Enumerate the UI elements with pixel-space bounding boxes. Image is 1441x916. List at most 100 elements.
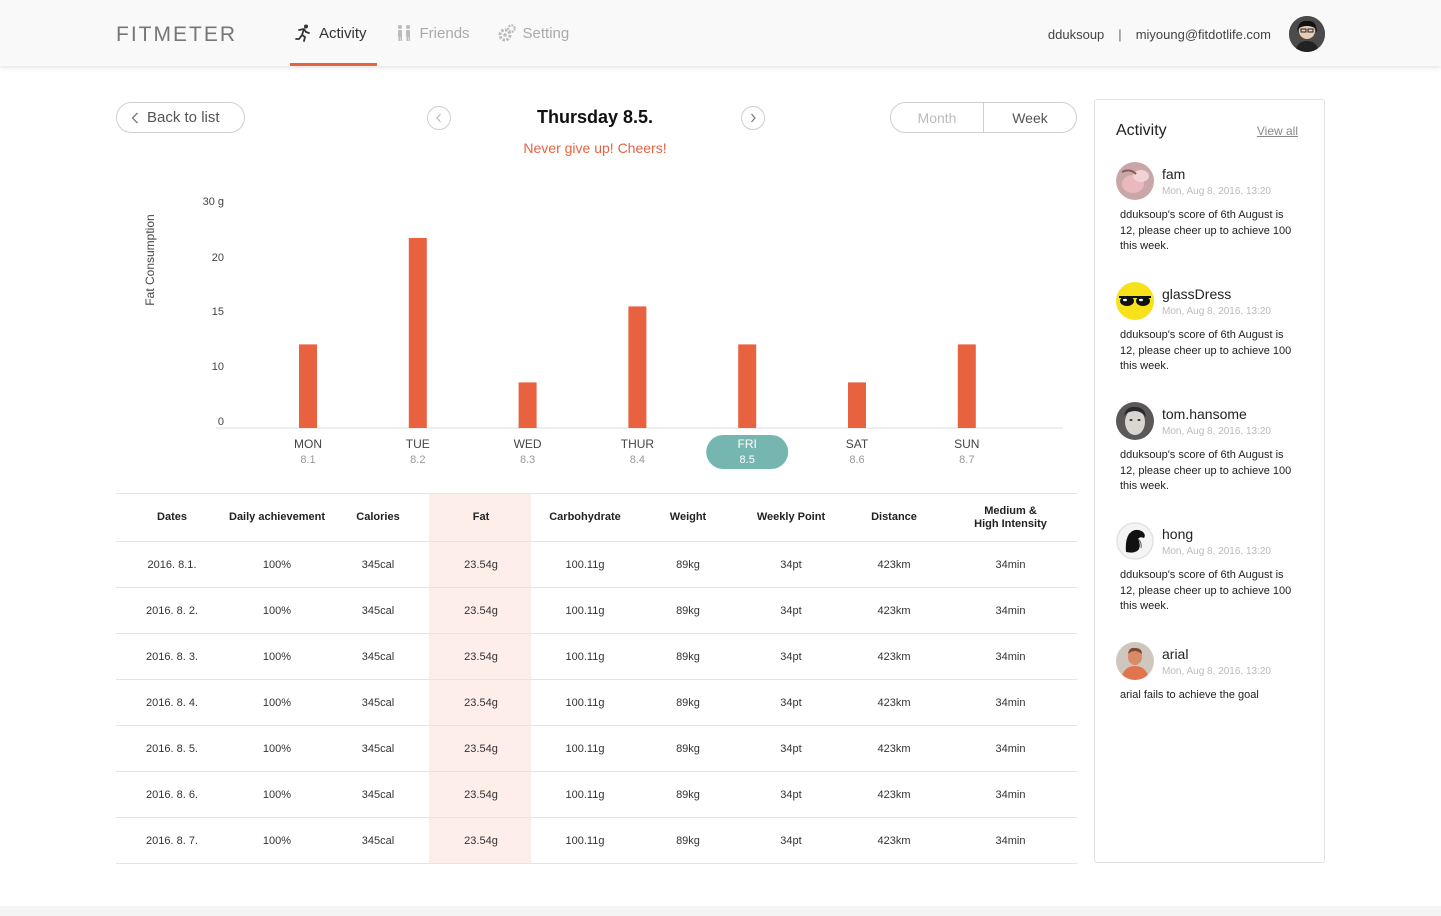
feed-user-name[interactable]: glassDress [1162,286,1231,302]
view-all-link[interactable]: View all [1257,124,1298,138]
table-cell: 100.11g [532,679,638,726]
table-cell: 100% [228,771,326,818]
table-cell: 23.54g [430,541,532,588]
nav-tab-activity[interactable]: Activity [290,0,377,66]
table-cell: 34min [944,817,1077,864]
table-cell: 34pt [738,633,844,680]
feed-user-name[interactable]: arial [1162,646,1188,662]
column-header: Daily achievement [228,493,326,542]
table-row[interactable]: 2016. 8. 3. 100% 345cal 23.54g 100.11g 89kg 34… [116,633,1077,680]
table-cell: 89kg [638,587,738,634]
table-cell: 34pt [738,817,844,864]
table-row[interactable]: 2016. 8. 4. 100% 345cal 23.54g 100.11g 89kg 34… [116,679,1077,726]
feed-user-name[interactable]: hong [1162,526,1193,542]
chevron-left-icon [131,112,139,124]
table-cell: 345cal [326,541,430,588]
portrait-avatar[interactable] [1116,402,1154,440]
next-day-button[interactable] [741,106,765,130]
chevron-right-icon [749,113,757,123]
back-to-list-button[interactable]: Back to list [116,102,245,133]
column-header: Medium & High Intensity [944,493,1077,542]
glasses-avatar[interactable] [1116,282,1154,320]
table-cell: 23.54g [430,679,532,726]
nav-tab-friends[interactable]: Friends [391,0,480,66]
table-row[interactable]: 2016. 8. 5. 100% 345cal 23.54g 100.11g 89kg 34… [116,725,1077,772]
fat-consumption-chart: Fat Consumption 30 g 20 15 10 0 MON 8.1 TUE 8.2 WE… [143,196,1063,469]
feed-user-name[interactable]: tom.hansome [1162,406,1247,422]
column-header: Fat [430,493,532,542]
table-cell: 2016. 8.1. [116,541,228,588]
feed-timestamp: Mon, Aug 8, 2016, 13:20 [1162,426,1271,437]
table-cell: 100% [228,587,326,634]
table-cell: 89kg [638,725,738,772]
chevron-left-icon [435,113,443,123]
cheer-message: Never give up! Cheers! [523,140,667,156]
user-area: dduksoup | miyoung@fitdotlife.com [1048,16,1325,52]
y-tick-label: 15 [212,306,224,318]
feed-timestamp: Mon, Aug 8, 2016, 13:20 [1162,306,1271,317]
man-avatar[interactable] [1116,642,1154,680]
table-cell: 423km [844,771,944,818]
column-header: Weight [638,493,738,542]
table-cell: 2016. 8. 5. [116,725,228,772]
table-cell: 23.54g [430,587,532,634]
chart-bar-sun [957,344,976,428]
app-logo[interactable]: FITMETER [116,23,237,47]
y-axis-label: Fat Consumption [143,214,157,305]
table-cell: 23.54g [430,817,532,864]
feed-user-name[interactable]: fam [1162,166,1185,182]
chart-bar-thur [628,306,647,428]
nav-tab-setting[interactable]: Setting [494,0,580,66]
table-cell: 23.54g [430,633,532,680]
x-tick-label: MON [294,437,322,451]
table-cell: 100% [228,725,326,772]
table-cell: 34pt [738,541,844,588]
table-cell: 2016. 8. 7. [116,817,228,864]
x-tick-label: WED [514,437,542,451]
column-header: Dates [116,493,228,542]
y-tick-label: 20 [212,252,224,264]
pink-hand-avatar[interactable] [1116,162,1154,200]
table-header-row: Dates Daily achievement Calories Fat Carbohy… [116,493,1077,542]
week-toggle-button[interactable]: Week [983,103,1076,132]
period-toggle: Month Week [890,102,1077,133]
table-row[interactable]: 2016. 8.1. 100% 345cal 23.54g 100.11g 89kg 34p… [116,541,1077,588]
user-email[interactable]: miyoung@fitdotlife.com [1136,27,1271,42]
table-cell: 2016. 8. 4. [116,679,228,726]
table-cell: 34min [944,633,1077,680]
table-cell: 100.11g [532,771,638,818]
table-cell: 34min [944,679,1077,726]
table-cell: 345cal [326,633,430,680]
feed-timestamp: Mon, Aug 8, 2016, 13:20 [1162,186,1271,197]
feed-item[interactable]: arial Mon, Aug 8, 2016, 13:20 arial fail… [1116,642,1311,762]
table-cell: 89kg [638,679,738,726]
feed-message: dduksoup's score of 6th August is 12, pl… [1120,329,1292,372]
y-tick-label: 0 [218,416,224,428]
table-cell: 423km [844,541,944,588]
table-cell: 89kg [638,541,738,588]
feed-item[interactable]: hong Mon, Aug 8, 2016, 13:20 dduksoup's … [1116,522,1311,642]
table-cell: 345cal [326,679,430,726]
table-cell: 345cal [326,587,430,634]
chart-bar-wed [518,382,537,428]
x-tick-label: SAT [846,437,869,451]
runner-icon [293,23,313,43]
x-tick-label: FRI [738,437,757,451]
x-tick-date: 8.6 [849,454,864,466]
feed-message: dduksoup's score of 6th August is 12, pl… [1120,449,1292,492]
username-link[interactable]: dduksoup [1048,27,1104,42]
table-row[interactable]: 2016. 8. 2. 100% 345cal 23.54g 100.11g 89kg 34… [116,587,1077,634]
x-tick-date: 8.7 [959,454,974,466]
month-toggle-button[interactable]: Month [891,103,983,132]
table-row[interactable]: 2016. 8. 7. 100% 345cal 23.54g 100.11g 89kg 34… [116,817,1077,864]
x-tick-date: 8.4 [630,454,645,466]
table-row[interactable]: 2016. 8. 6. 100% 345cal 23.54g 100.11g 89kg 34… [116,771,1077,818]
table-cell: 100.11g [532,541,638,588]
feed-item[interactable]: fam Mon, Aug 8, 2016, 13:20 dduksoup's s… [1116,162,1311,282]
profile-sketch-avatar[interactable] [1116,522,1154,560]
feed-timestamp: Mon, Aug 8, 2016, 13:20 [1162,666,1271,677]
previous-day-button[interactable] [427,106,451,130]
feed-item[interactable]: tom.hansome Mon, Aug 8, 2016, 13:20 dduk… [1116,402,1311,522]
feed-item[interactable]: glassDress Mon, Aug 8, 2016, 13:20 dduks… [1116,282,1311,402]
user-avatar[interactable] [1289,16,1325,52]
